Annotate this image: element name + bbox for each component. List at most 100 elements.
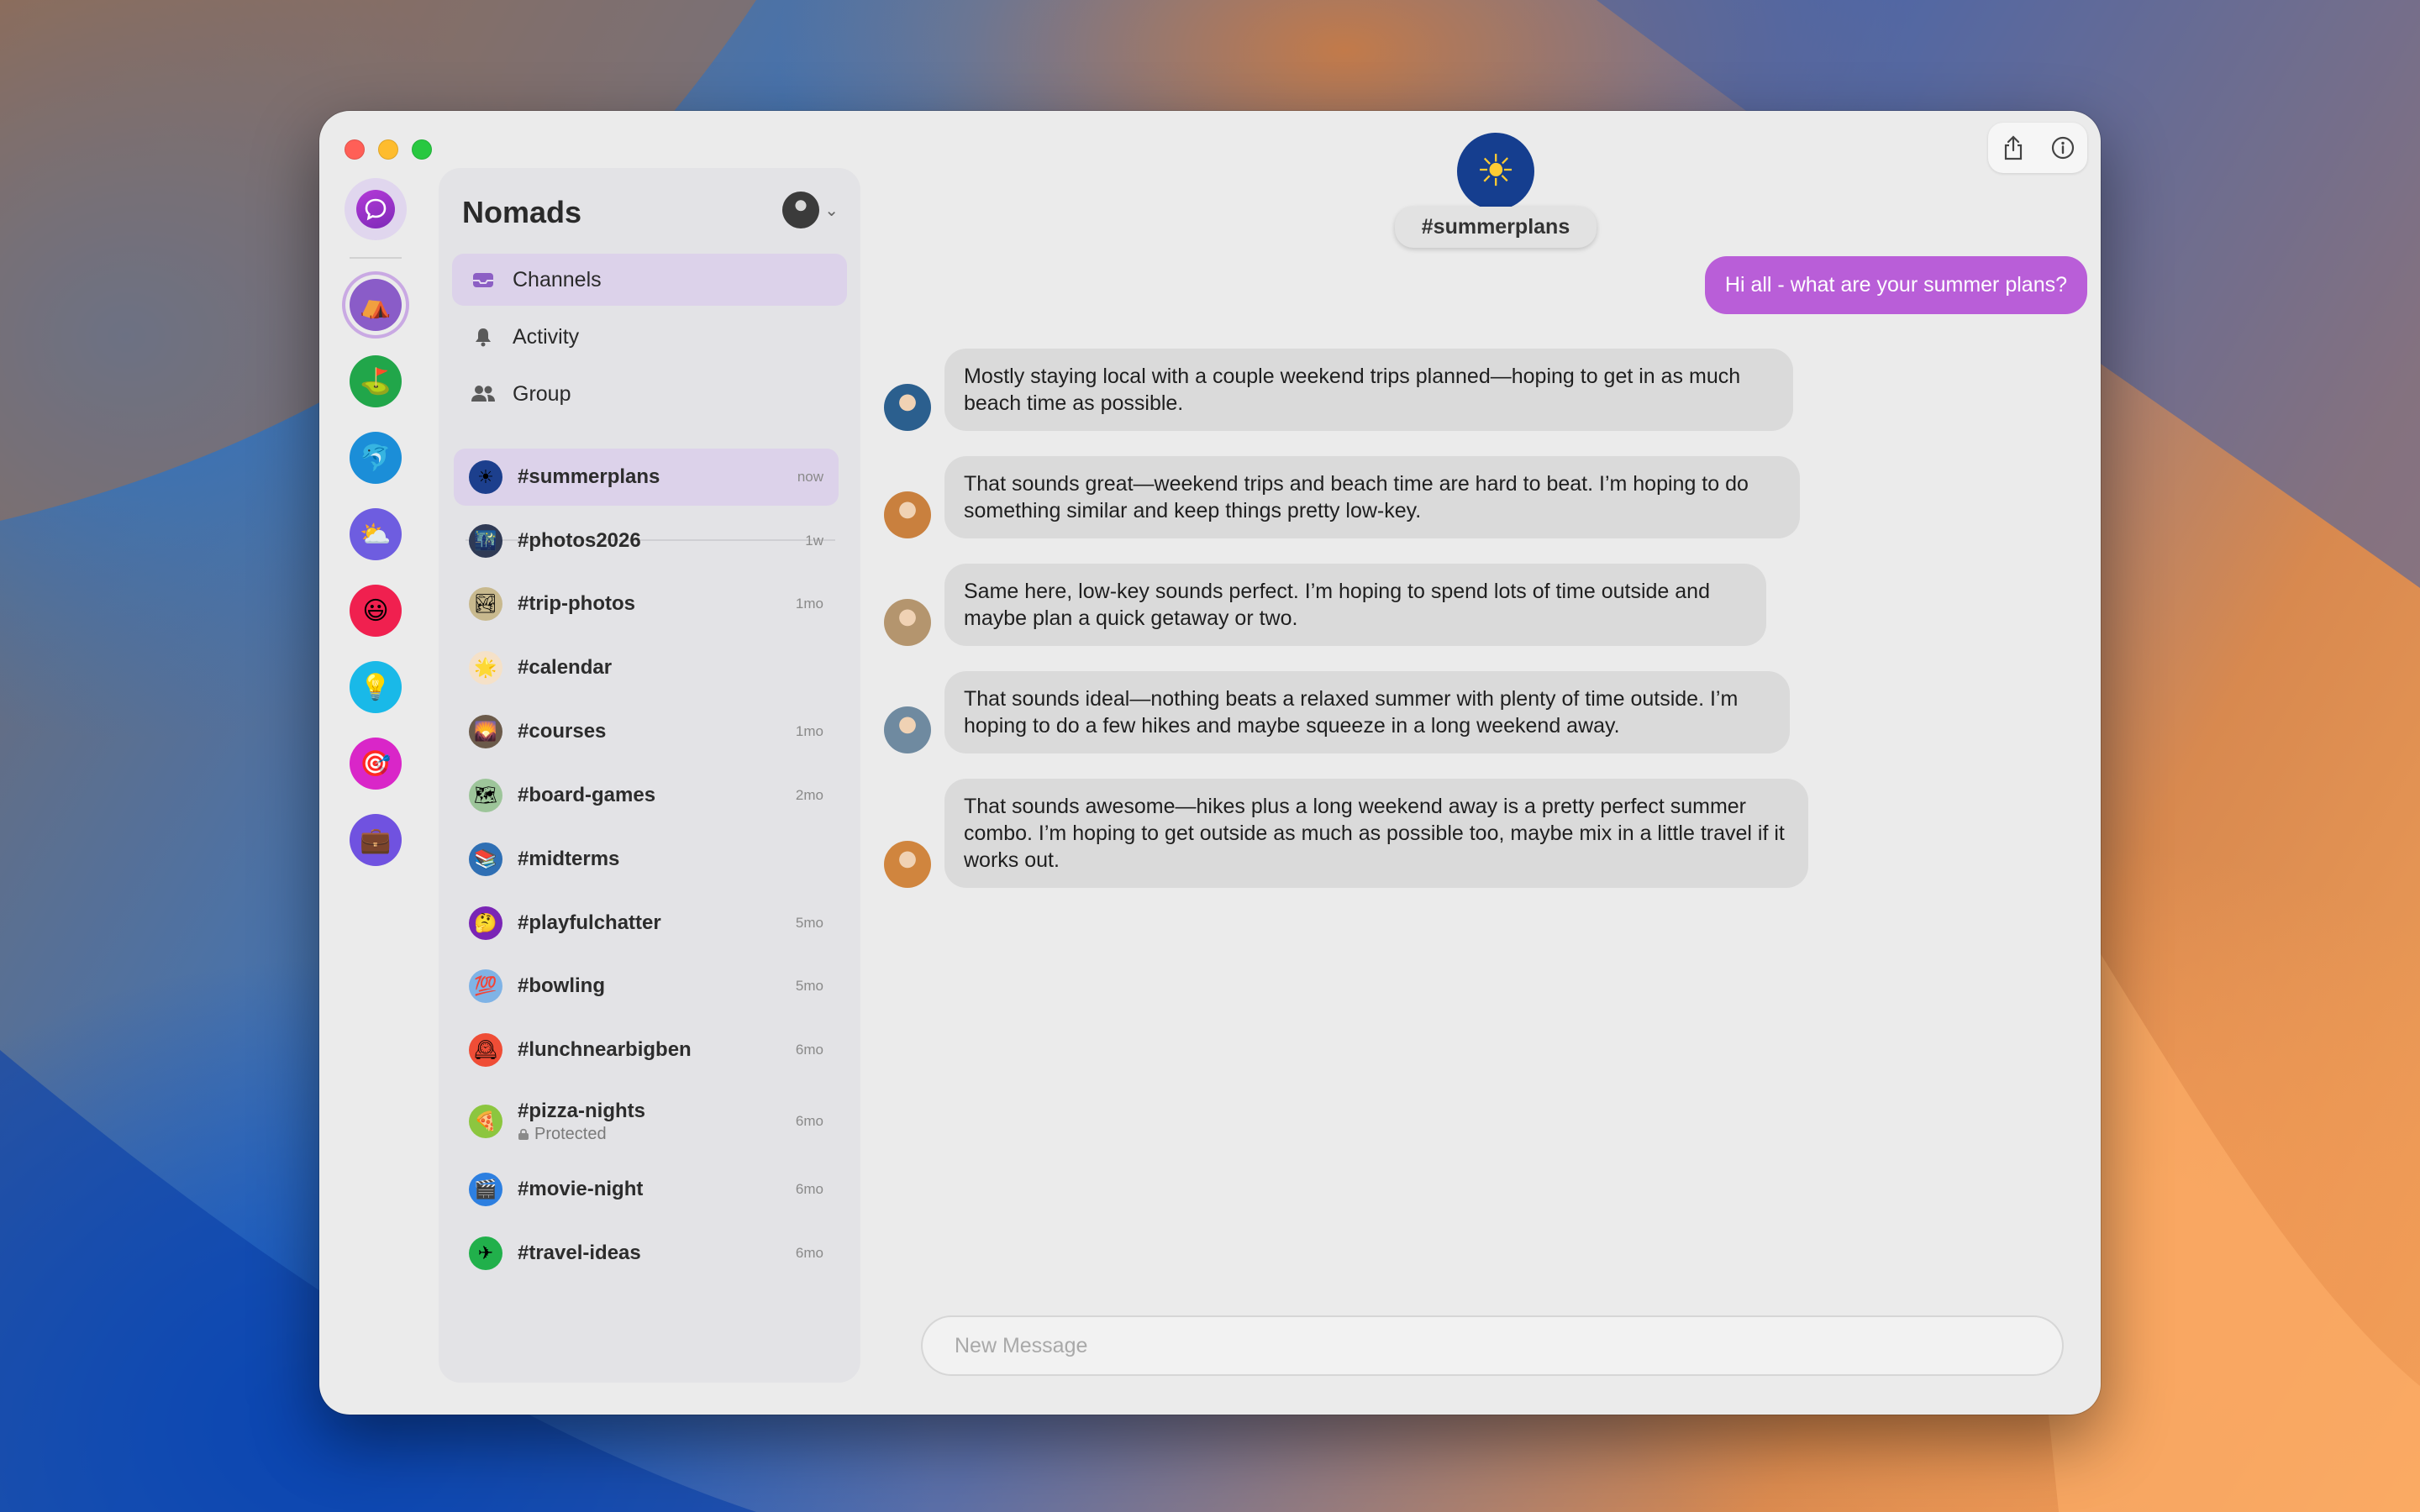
chat-bubble-icon <box>356 190 395 228</box>
channel-timestamp: 2mo <box>795 787 823 803</box>
avatar[interactable] <box>884 599 931 646</box>
channel-name: #trip-photos <box>518 592 635 615</box>
sun-icon: ☀ <box>1457 133 1534 210</box>
message-bubble[interactable]: That sounds awesome—hikes plus a long we… <box>944 779 1808 888</box>
channel-name: #movie-night <box>518 1178 644 1200</box>
channel-avatar-icon: 🌄 <box>469 715 502 748</box>
nav-activity[interactable]: Activity <box>452 311 847 363</box>
avatar[interactable] <box>884 841 931 888</box>
home-button[interactable] <box>345 178 407 240</box>
channel-item[interactable]: 🌟 #calendar <box>454 639 839 696</box>
channel-text: #lunchnearbigben <box>518 1038 796 1062</box>
message-bubble[interactable]: Mostly staying local with a couple weeke… <box>944 349 1793 431</box>
avatar[interactable] <box>884 384 931 431</box>
channel-name: #bowling <box>518 974 605 997</box>
tent-icon: ⛺ <box>360 291 392 319</box>
channel-timestamp: 6mo <box>795 1245 823 1261</box>
space-cloud-button[interactable]: ⛅ <box>350 508 402 560</box>
team-title: Nomads <box>462 195 582 229</box>
message-bubble[interactable]: That sounds ideal—nothing beats a relaxe… <box>944 671 1790 753</box>
channel-avatar-icon: 🗺 <box>469 779 502 812</box>
channel-text: #trip-photos <box>518 592 796 616</box>
sidebar: Nomads ⌄ Channels Activity Group ☀ #summe… <box>439 168 860 1383</box>
outgoing-message[interactable]: Hi all - what are your summer plans? <box>1704 256 2087 314</box>
channel-item[interactable]: 🍕 #pizza-nights Protected 6mo <box>454 1085 839 1158</box>
message-row: Same here, low-key sounds perfect. I’m h… <box>884 564 1766 646</box>
space-briefcase-button[interactable]: 💼 <box>350 814 402 866</box>
channel-name: #lunchnearbigben <box>518 1038 692 1061</box>
message-composer <box>923 1317 2062 1374</box>
minimize-window-button[interactable] <box>378 139 398 160</box>
app-window: ⛺ ⛳ 🐬 ⛅ 😃 💡 🎯 💼 Nomads ⌄ Channels Activity Grou… <box>319 111 2101 1415</box>
close-window-button[interactable] <box>345 139 365 160</box>
channel-name: #summerplans <box>518 465 660 488</box>
channel-subtitle-text: Protected <box>534 1124 607 1143</box>
zoom-window-button[interactable] <box>412 139 432 160</box>
toolbar-actions <box>1988 123 2087 173</box>
golf-icon: ⛳ <box>360 367 392 396</box>
people-icon <box>471 385 496 403</box>
target-icon: 🎯 <box>360 749 392 778</box>
channel-item[interactable]: 📚 #midterms <box>454 831 839 888</box>
message-bubble[interactable]: Same here, low-key sounds perfect. I’m h… <box>944 564 1766 646</box>
channel-avatar-icon: ☀ <box>469 460 502 494</box>
channel-avatar-icon: 💯 <box>469 969 502 1003</box>
channel-avatar-icon: 🤔 <box>469 906 502 940</box>
avatar[interactable] <box>884 706 931 753</box>
channel-timestamp: now <box>797 469 823 485</box>
space-smiley-button[interactable]: 😃 <box>350 585 402 637</box>
channel-item[interactable]: 🤔 #playfulchatter 5mo <box>454 895 839 952</box>
space-tent-button[interactable]: ⛺ <box>350 279 402 331</box>
bell-icon <box>471 327 496 347</box>
channel-avatar-icon: 🎬 <box>469 1173 502 1206</box>
info-icon[interactable] <box>2046 131 2080 165</box>
nav-channels[interactable]: Channels <box>452 254 847 306</box>
channel-title[interactable]: #summerplans <box>1394 207 1597 248</box>
avatar[interactable] <box>884 491 931 538</box>
channel-item[interactable]: 🎬 #movie-night 6mo <box>454 1161 839 1218</box>
channel-avatar-icon: 🌃 <box>469 524 502 558</box>
space-lightbulb-button[interactable]: 💡 <box>350 661 402 713</box>
rail-spaces-list: ⛺ ⛳ 🐬 ⛅ 😃 💡 🎯 💼 <box>350 279 402 890</box>
space-target-button[interactable]: 🎯 <box>350 738 402 790</box>
channel-item[interactable]: ☀ #summerplans now <box>454 449 839 506</box>
lightbulb-icon: 💡 <box>360 673 392 701</box>
channel-timestamp: 1w <box>805 533 823 549</box>
channel-item[interactable]: 🌃 #photos2026 1w <box>454 512 839 570</box>
channel-text: #pizza-nights Protected <box>518 1100 796 1144</box>
spaces-rail: ⛺ ⛳ 🐬 ⛅ 😃 💡 🎯 💼 <box>343 178 408 890</box>
channel-text: #courses <box>518 720 796 743</box>
channel-item[interactable]: 💯 #bowling 5mo <box>454 958 839 1015</box>
channel-item[interactable]: ✈ #travel-ideas 6mo <box>454 1225 839 1282</box>
share-icon[interactable] <box>1996 131 2030 165</box>
channel-item[interactable]: 🌄 #courses 1mo <box>454 703 839 760</box>
channel-name: #playfulchatter <box>518 911 661 934</box>
channel-timestamp: 6mo <box>795 1042 823 1058</box>
channel-text: #travel-ideas <box>518 1242 796 1265</box>
nav-group[interactable]: Group <box>452 368 847 420</box>
space-golf-button[interactable]: ⛳ <box>350 355 402 407</box>
message-row: That sounds awesome—hikes plus a long we… <box>884 779 1808 888</box>
nav-group-label: Group <box>513 381 571 406</box>
channel-text: #bowling <box>518 974 796 998</box>
space-dolphin-button[interactable]: 🐬 <box>350 432 402 484</box>
channel-item[interactable]: 🗺 #board-games 2mo <box>454 767 839 824</box>
channel-text: #calendar <box>518 656 823 680</box>
new-message-input[interactable] <box>953 1332 2032 1359</box>
message-bubble[interactable]: That sounds great—weekend trips and beac… <box>944 456 1800 538</box>
channel-item[interactable]: 🕰 #lunchnearbigben 6mo <box>454 1021 839 1079</box>
cloud-icon: ⛅ <box>360 520 392 549</box>
channel-name: #pizza-nights <box>518 1099 646 1122</box>
channel-item[interactable]: 🏞 #trip-photos 1mo <box>454 575 839 633</box>
channel-name: #travel-ideas <box>518 1242 641 1264</box>
channel-name: #photos2026 <box>518 529 641 552</box>
channel-text: #movie-night <box>518 1178 796 1201</box>
account-menu[interactable]: ⌄ <box>782 192 839 228</box>
tray-icon <box>471 270 496 289</box>
channel-text: #photos2026 <box>518 529 805 553</box>
channel-text: #playfulchatter <box>518 911 796 935</box>
chat-header: ☀ #summerplans <box>1382 133 1609 248</box>
channel-timestamp: 1mo <box>795 596 823 612</box>
nav-channels-label: Channels <box>513 267 602 291</box>
chevron-down-icon: ⌄ <box>824 201 839 220</box>
